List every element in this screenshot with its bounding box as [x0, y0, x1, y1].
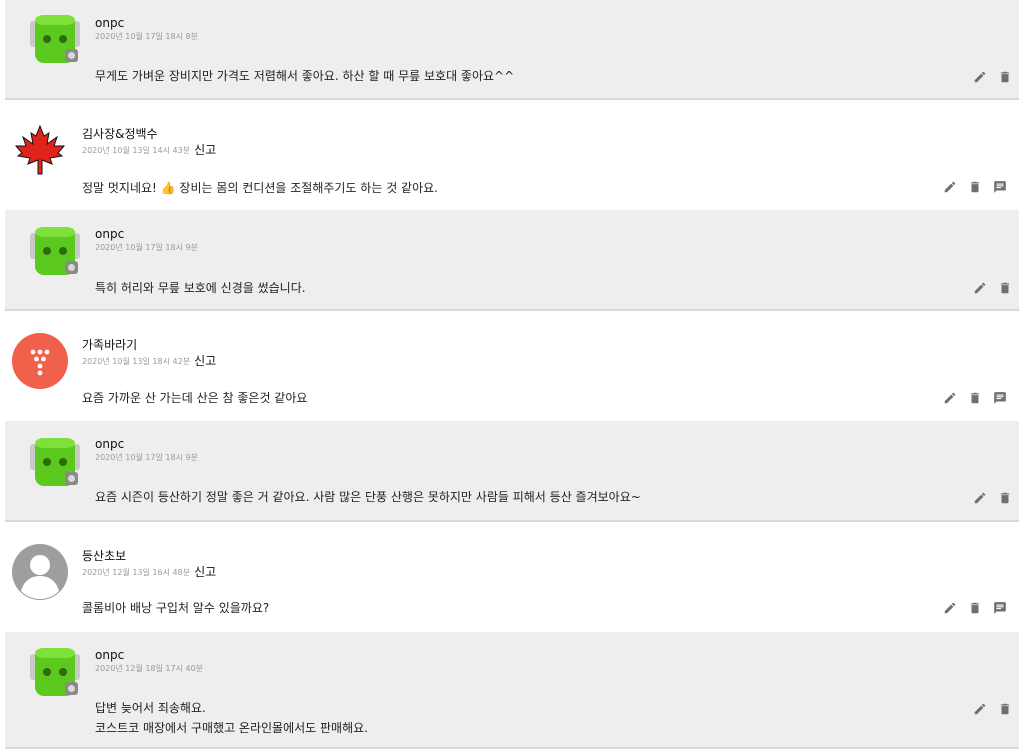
author-name[interactable]: onpc: [95, 16, 124, 30]
edit-icon[interactable]: [941, 389, 959, 407]
robot-icon: [27, 11, 83, 67]
delete-icon[interactable]: [996, 68, 1014, 86]
author-name[interactable]: onpc: [95, 227, 124, 241]
comment-card: 김사장&정백수 2020년 10월 13일 14시 43분 신고 정말 멋지네요!…: [0, 110, 1024, 210]
reply-icon[interactable]: [991, 599, 1009, 617]
reply-card: onpc 2020년 10월 17일 18시 8분 무게도 가벼운 장비지만 가…: [5, 0, 1019, 100]
report-link[interactable]: 신고: [194, 565, 216, 579]
edit-icon[interactable]: [941, 178, 959, 196]
edit-icon[interactable]: [971, 279, 989, 297]
timestamp: 2020년 10월 17일 18시 9분: [95, 243, 198, 252]
reply-text: 무게도 가벼운 장비지만 가격도 저렴해서 좋아요. 하산 할 때 무릎 보호대…: [95, 69, 515, 83]
action-bar: [941, 389, 1009, 407]
reply-icon[interactable]: [991, 389, 1009, 407]
delete-icon[interactable]: [996, 700, 1014, 718]
delete-icon[interactable]: [966, 389, 984, 407]
delete-icon[interactable]: [966, 599, 984, 617]
edit-icon[interactable]: [971, 489, 989, 507]
maple-leaf-icon: [12, 122, 68, 178]
author-name[interactable]: onpc: [95, 437, 124, 451]
edit-icon[interactable]: [971, 700, 989, 718]
robot-icon: [27, 223, 83, 279]
reply-icon[interactable]: [991, 178, 1009, 196]
reply-card: onpc 2020년 12월 18일 17시 40분 답변 늦어서 죄송해요. …: [5, 632, 1019, 749]
action-bar: [941, 178, 1009, 196]
reply-text: 답변 늦어서 죄송해요. 코스트코 매장에서 구매했고 온라인몰에서도 판매해요…: [95, 701, 368, 735]
delete-icon[interactable]: [996, 489, 1014, 507]
default-user-icon: [12, 544, 68, 600]
reply-text: 특히 허리와 무릎 보호에 신경을 썼습니다.: [95, 281, 306, 295]
comment-text: 요즘 가까운 산 가는데 산은 참 좋은것 같아요: [82, 391, 308, 405]
delete-icon[interactable]: [966, 178, 984, 196]
comment-meta: 2020년 12월 13일 16시 48분 신고: [82, 562, 216, 579]
comment-card: 가족바라기 2020년 10월 13일 18시 42분 신고 요즘 가까운 산 가…: [0, 321, 1024, 421]
reply-card: onpc 2020년 10월 17일 18시 9분 특히 허리와 무릎 보호에 …: [5, 210, 1019, 311]
robot-icon: [27, 434, 83, 490]
action-bar: [971, 279, 1014, 297]
timestamp: 2020년 10월 17일 18시 9분: [95, 453, 198, 462]
delete-icon[interactable]: [996, 279, 1014, 297]
report-link[interactable]: 신고: [194, 354, 216, 368]
timestamp: 2020년 10월 13일 18시 42분: [82, 357, 191, 366]
timestamp: 2020년 10월 17일 18시 8분: [95, 32, 198, 41]
red-dots-icon: [12, 333, 68, 389]
robot-icon: [27, 644, 83, 700]
edit-icon[interactable]: [941, 599, 959, 617]
action-bar: [941, 599, 1009, 617]
timestamp: 2020년 10월 13일 14시 43분: [82, 146, 191, 155]
action-bar: [971, 700, 1014, 718]
edit-icon[interactable]: [971, 68, 989, 86]
action-bar: [971, 489, 1014, 507]
comment-meta: 2020년 10월 13일 18시 42분 신고: [82, 351, 216, 368]
action-bar: [971, 68, 1014, 86]
reply-text: 요즘 시즌이 등산하기 정말 좋은 거 같아요. 사람 많은 단풍 산행은 못하…: [95, 490, 641, 504]
timestamp: 2020년 12월 18일 17시 40분: [95, 664, 204, 673]
report-link[interactable]: 신고: [194, 143, 216, 157]
timestamp: 2020년 12월 13일 16시 48분: [82, 568, 191, 577]
author-name[interactable]: onpc: [95, 648, 124, 662]
comment-meta: 2020년 10월 13일 14시 43분 신고: [82, 140, 216, 157]
comment-text: 콜롬비아 배낭 구입처 알수 있을까요?: [82, 601, 270, 615]
comment-text: 정말 멋지네요! 👍 장비는 몸의 컨디션을 조절해주기도 하는 것 같아요.: [82, 181, 438, 195]
comment-card: 등산초보 2020년 12월 13일 16시 48분 신고 콜롬비아 배낭 구입처…: [0, 532, 1024, 632]
reply-card: onpc 2020년 10월 17일 18시 9분 요즘 시즌이 등산하기 정말…: [5, 421, 1019, 522]
